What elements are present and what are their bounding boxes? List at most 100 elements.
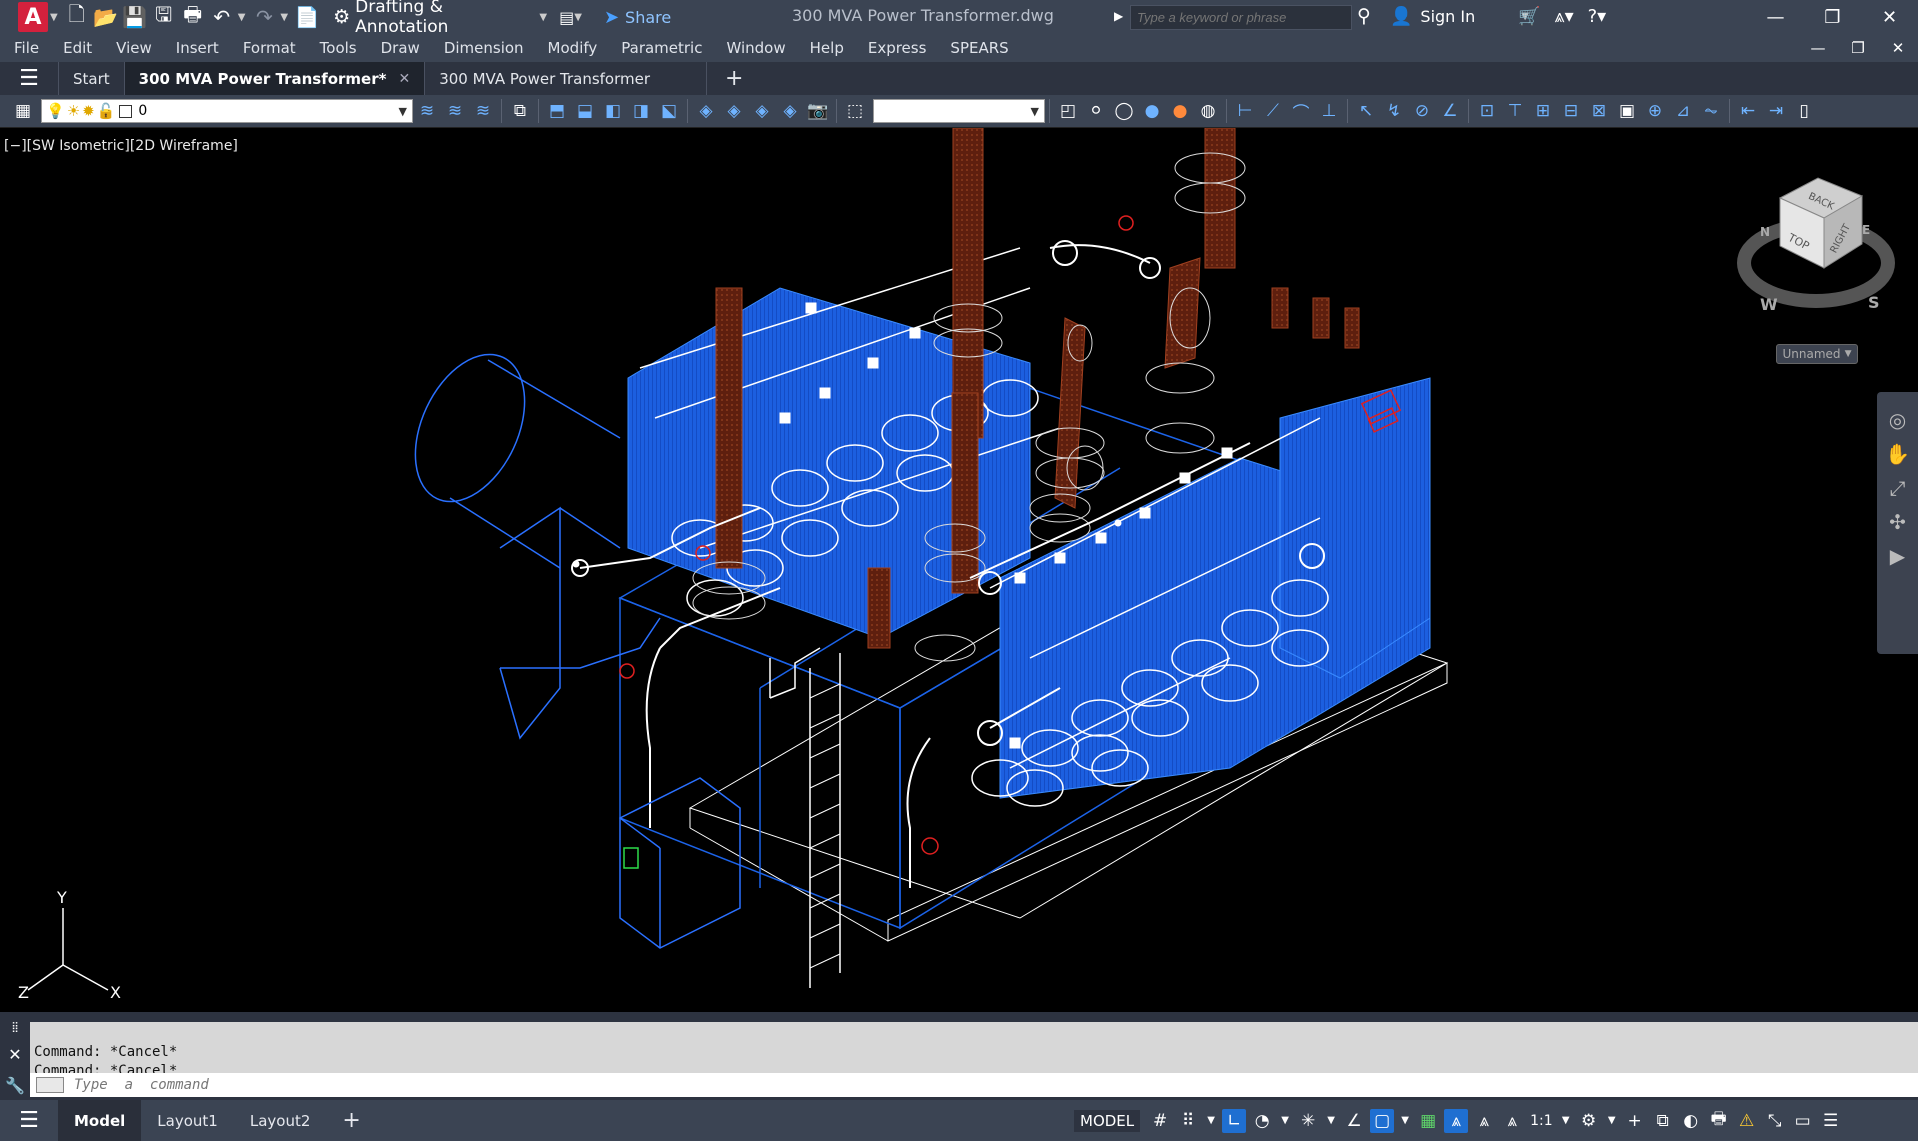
dim-space-icon[interactable]: ⊟ (1558, 98, 1584, 124)
layer-properties-icon[interactable]: ▦ (10, 98, 36, 124)
redo-caret-icon[interactable]: ▼ (280, 12, 288, 23)
menu-express[interactable]: Express (856, 39, 939, 57)
transparency-icon[interactable]: ▦ (1416, 1109, 1440, 1133)
workspace-caret-icon[interactable]: ▼ (1605, 1109, 1619, 1133)
dim-ordinate-icon[interactable]: ⊥ (1316, 98, 1342, 124)
new-file-icon[interactable]: 🗋 (64, 2, 90, 30)
menu-insert[interactable]: Insert (164, 39, 231, 57)
menu-edit[interactable]: Edit (51, 39, 104, 57)
camera-icon[interactable]: 📷 (805, 98, 831, 124)
view-top-icon[interactable]: ⬒ (544, 98, 570, 124)
add-layout-button[interactable]: + (326, 1100, 376, 1141)
annotation-visibility-icon[interactable]: ⩓ (1444, 1108, 1469, 1133)
zoom-extents-icon[interactable]: ⤢ (1890, 476, 1906, 500)
quick-dim-icon[interactable]: ⊡ (1474, 98, 1500, 124)
showmotion-icon[interactable]: ▶ (1890, 544, 1905, 568)
transformer-3d-wireframe[interactable]: Y X Z BACK TOP RIGHT W S N E (0, 128, 1918, 1012)
search-icon[interactable]: ⚲ (1357, 5, 1371, 27)
view-left-icon[interactable]: ◧ (600, 98, 626, 124)
realistic-sphere-icon[interactable]: ● (1167, 98, 1193, 124)
center-mark-icon[interactable]: ⊕ (1642, 98, 1668, 124)
dim-edit-icon[interactable]: ⇤ (1735, 98, 1761, 124)
menu-help[interactable]: Help (798, 39, 856, 57)
sw-isometric-icon[interactable]: ◈ (693, 98, 719, 124)
menu-modify[interactable]: Modify (536, 39, 610, 57)
close-icon[interactable]: ✕ (1861, 0, 1918, 34)
tolerance-icon[interactable]: ▣ (1614, 98, 1640, 124)
layer-previous-icon[interactable]: ≋ (470, 98, 496, 124)
menu-parametric[interactable]: Parametric (609, 39, 714, 57)
pan-hand-icon[interactable]: ✋ (1885, 442, 1910, 466)
layer-match-icon[interactable]: ≋ (442, 98, 468, 124)
isolate-objects-icon[interactable]: ◐ (1679, 1109, 1703, 1133)
dim-angular-icon[interactable]: ∠ (1437, 98, 1463, 124)
menu-draw[interactable]: Draw (369, 39, 432, 57)
dim-jogged-icon[interactable]: ↯ (1381, 98, 1407, 124)
grip-icon[interactable]: ⣿ (11, 1022, 18, 1033)
tab-model[interactable]: Model (58, 1100, 142, 1141)
isodraft-icon[interactable]: ✳ (1296, 1109, 1320, 1133)
doc-restore-icon[interactable]: ❐ (1838, 34, 1878, 62)
isodraft-caret-icon[interactable]: ▼ (1324, 1109, 1338, 1133)
osnap-caret-icon[interactable]: ▼ (1398, 1109, 1412, 1133)
dim-continue-icon[interactable]: ⊞ (1530, 98, 1556, 124)
tab-power-transformer-active[interactable]: 300 MVA Power Transformer* ✕ (123, 62, 425, 95)
doc-minimize-icon[interactable]: — (1798, 34, 1838, 62)
tab-layout1[interactable]: Layout1 (141, 1100, 234, 1141)
undo-caret-icon[interactable]: ▼ (238, 12, 246, 23)
jogged-linear-icon[interactable]: ⏦ (1698, 98, 1724, 124)
polar-icon[interactable]: ◔ (1250, 1109, 1274, 1133)
tab-power-transformer[interactable]: 300 MVA Power Transformer (424, 62, 706, 95)
search-expand-icon[interactable]: ▶ (1114, 9, 1123, 23)
menu-file[interactable]: File (0, 39, 51, 57)
dim-arc-icon[interactable]: ⌒ (1288, 98, 1314, 124)
units-icon[interactable]: ⧉ (1651, 1109, 1675, 1133)
visual-style-manager-icon[interactable]: ◍ (1195, 98, 1221, 124)
save-icon[interactable]: 💾 (122, 4, 148, 30)
publish-icon[interactable]: 📄 (294, 4, 320, 30)
command-input[interactable] (74, 1077, 1774, 1093)
menu-format[interactable]: Format (231, 39, 308, 57)
shaded-sphere-icon[interactable]: ● (1139, 98, 1165, 124)
clean-screen-icon[interactable]: ⤡ (1763, 1109, 1787, 1133)
annotation-scale-icon[interactable]: ⩓ (1500, 1109, 1524, 1133)
view-style-dropdown[interactable]: ▼ (873, 99, 1045, 123)
orbit-icon[interactable]: ✣ (1889, 510, 1906, 534)
dim-linear-icon[interactable]: ⊢ (1232, 98, 1258, 124)
app-menu-caret-icon[interactable]: ▼ (50, 12, 58, 23)
visual-styles-icon[interactable]: ◰ (1055, 98, 1081, 124)
fullscreen-icon[interactable]: ▭ (1791, 1109, 1815, 1133)
scale-caret-icon[interactable]: ▼ (1559, 1109, 1573, 1133)
nw-isometric-icon[interactable]: ◈ (777, 98, 803, 124)
viewport-controls-label[interactable]: [−][SW Isometric][2D Wireframe] (4, 138, 238, 154)
sign-in-button[interactable]: 👤 Sign In ▼ (1390, 6, 1535, 27)
snap-caret-icon[interactable]: ▼ (1204, 1109, 1218, 1133)
notification-icon[interactable]: ⚠ (1735, 1109, 1759, 1133)
workspace-switcher[interactable]: ⚙ Drafting & Annotation ▼ (333, 0, 553, 37)
dim-aligned-icon[interactable]: ⟋ (1260, 98, 1286, 124)
recent-commands-icon[interactable] (36, 1077, 64, 1093)
plot-icon[interactable]: 🖶 (180, 2, 206, 30)
menu-window[interactable]: Window (714, 39, 797, 57)
share-button[interactable]: ➤ Share (604, 7, 671, 28)
dim-baseline-icon[interactable]: ⊤ (1502, 98, 1528, 124)
object-snap-tracking-icon[interactable]: ∠ (1342, 1109, 1366, 1133)
annotation-monitor-icon[interactable]: + (1623, 1109, 1647, 1133)
doc-close-icon[interactable]: ✕ (1878, 34, 1918, 62)
tab-layout2[interactable]: Layout2 (234, 1100, 327, 1141)
compass-south-label[interactable]: S (1868, 293, 1880, 312)
se-isometric-icon[interactable]: ◈ (721, 98, 747, 124)
menu-hamburger-icon[interactable]: ☰ (0, 62, 58, 95)
command-input-bar[interactable] (30, 1073, 1918, 1097)
polar-caret-icon[interactable]: ▼ (1278, 1109, 1292, 1133)
compass-east-label[interactable]: E (1862, 223, 1870, 237)
layout-menu-icon[interactable]: ☰ (0, 1100, 58, 1141)
annotation-scale-value[interactable]: 1:1 (1530, 1113, 1553, 1129)
menu-view[interactable]: View (104, 39, 164, 57)
model-viewport[interactable]: Y X Z BACK TOP RIGHT W S N E [−][SW Isom… (0, 128, 1918, 1012)
menu-tools[interactable]: Tools (308, 39, 369, 57)
customize-status-icon[interactable]: ☰ (1819, 1109, 1843, 1133)
save-as-icon[interactable]: 🖫 (151, 2, 177, 30)
menu-spears[interactable]: SPEARS (938, 39, 1020, 57)
make-current-layer-icon[interactable]: ≋ (414, 98, 440, 124)
